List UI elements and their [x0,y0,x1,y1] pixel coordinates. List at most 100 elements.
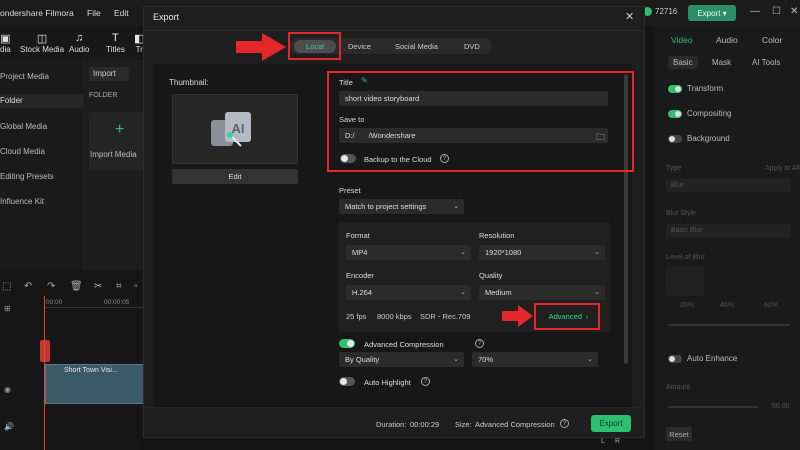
nav-editing-presets[interactable]: Editing Presets [0,172,54,181]
folder-label: FOLDER [89,92,118,99]
cut-icon[interactable]: ✂ [94,281,102,292]
compression-help-icon[interactable]: ? [475,339,484,348]
coins-display[interactable]: 72716 [643,7,677,16]
chevron-down-icon: ⌄ [460,289,466,296]
amount-value: 50.00 [772,403,790,410]
tab-color[interactable]: Color [762,35,782,45]
transform-row[interactable]: Transform [668,84,723,93]
auto-highlight-help-icon[interactable]: ? [421,377,430,386]
minimize-icon[interactable]: — [750,6,760,17]
window-close-icon[interactable]: ✕ [790,6,798,17]
advanced-compression-label: Advanced Compression [364,340,444,349]
compression-value-dropdown[interactable]: 70% ⌄ [472,352,598,367]
nav-cloud-media[interactable]: Cloud Media [0,147,45,156]
chevron-down-icon: ⌄ [460,249,466,256]
blur-level-40: 40% [720,302,735,309]
stock-media-icon: ◫ [36,33,48,45]
subtab-mask[interactable]: Mask [712,58,731,67]
crop-icon[interactable]: ⌗ [116,281,122,292]
highlight-local-tab [288,32,341,60]
tab-dvd[interactable]: DVD [464,42,480,51]
delete-icon[interactable]: 🗑 [70,281,83,292]
preset-dropdown[interactable]: Match to project settings ⌄ [339,199,464,214]
tab-social-media[interactable]: Social Media [395,42,438,51]
tool-titles-label: Titles [106,45,125,54]
menu-edit[interactable]: Edit [114,8,129,18]
thumbnail-label: Thumbnail: [169,78,209,87]
size-help-icon[interactable]: ? [560,419,569,428]
timeline-ruler[interactable]: 00:00 00:00:05 [44,298,144,308]
playhead-handle[interactable] [40,340,50,362]
subtab-ai-tools[interactable]: AI Tools [752,58,780,67]
nav-global-media[interactable]: Global Media [0,122,47,131]
bitrate-info: 8000 kbps [377,312,412,321]
compositing-toggle[interactable] [668,109,682,118]
plus-icon: + [115,121,125,138]
highlight-title-save-section [327,71,634,172]
nav-folder[interactable]: Folder [0,94,83,108]
resolution-value: 1920*1080 [485,248,522,257]
close-icon[interactable]: ✕ [625,10,634,23]
footer-divider [144,407,644,408]
background-row[interactable]: Background [668,134,730,143]
preset-value: Match to project settings [345,202,427,211]
auto-highlight-toggle[interactable] [339,377,355,386]
redo-icon[interactable]: ↷ [47,281,55,292]
top-export-button[interactable]: Export ▾ [688,5,736,21]
chevron-down-icon: ⌄ [453,203,459,210]
ruler-mark-5: 00:00:05 [104,299,130,306]
tool-media[interactable]: ▣ dia [0,32,11,54]
tab-video[interactable]: Video [671,35,693,45]
more-tools-icon[interactable]: ▫ [134,281,138,292]
tool-stock-media-label: Stock Media [20,45,65,54]
ruler-mark-0: 00:00 [46,299,63,306]
maximize-icon[interactable]: ☐ [772,6,781,17]
type-field: Blur [666,179,791,192]
undo-icon[interactable]: ↶ [24,281,32,292]
ai-thumbnail-icon: AI [211,112,251,147]
reset-button[interactable]: Reset [666,427,692,441]
format-value: MP4 [352,248,368,257]
auto-enhance-row[interactable]: Auto Enhance [668,354,737,363]
nav-influence-kit[interactable]: Influence Kit [0,197,44,206]
tool-stock-media[interactable]: ◫ Stock Media [20,32,64,54]
background-toggle[interactable] [668,134,682,143]
resolution-dropdown[interactable]: 1920*1080 ⌄ [479,245,605,260]
compression-mode-dropdown[interactable]: By Quality ⌄ [339,352,464,367]
advanced-compression-toggle[interactable] [339,339,355,348]
track-visibility-icon[interactable]: ◉ [4,385,11,394]
encoder-dropdown[interactable]: H.264 ⌄ [346,285,471,300]
clip-title: Short Town Visi... [64,367,118,374]
tool-audio[interactable]: ♫ Audio [69,32,89,54]
format-label: Format [346,231,370,240]
track-add-icon[interactable]: ⊞ [4,304,11,313]
tool-titles[interactable]: T Titles [106,32,125,54]
compositing-row[interactable]: Compositing [668,109,731,118]
auto-enhance-label: Auto Enhance [687,354,738,363]
format-dropdown[interactable]: MP4 ⌄ [346,245,471,260]
tab-device[interactable]: Device [348,42,371,51]
tab-audio[interactable]: Audio [716,35,738,45]
blur-style-field: Basic Blur [666,224,791,237]
import-dropdown[interactable]: Import [89,67,129,81]
resolution-label: Resolution [479,231,515,240]
edit-thumbnail-button[interactable]: Edit [172,169,298,184]
transform-toggle[interactable] [668,84,682,93]
blur-level-20: 20% [680,302,695,309]
auto-enhance-toggle[interactable] [668,354,682,363]
compression-mode-value: By Quality [345,355,380,364]
left-channel-label: L [601,438,605,445]
audio-track-icon[interactable]: 🔊 [4,422,14,431]
menu-file[interactable]: File [87,8,101,18]
select-tool-icon[interactable]: ⬚ [2,281,11,292]
subtab-basic[interactable]: Basic [668,56,698,69]
nav-project-media[interactable]: Project Media [0,72,49,81]
media-toolbar: ▣ dia ◫ Stock Media ♫ Audio T Titles ◧ Tr [0,26,144,60]
chevron-down-icon: ⌄ [453,356,459,363]
thumbnail-art-text: AI [232,121,245,136]
transform-label: Transform [687,84,724,93]
quality-dropdown[interactable]: Medium ⌄ [479,285,605,300]
blur-style-label: Blur Style [666,210,696,217]
playhead[interactable] [44,296,45,450]
export-button[interactable]: Export [591,415,631,432]
